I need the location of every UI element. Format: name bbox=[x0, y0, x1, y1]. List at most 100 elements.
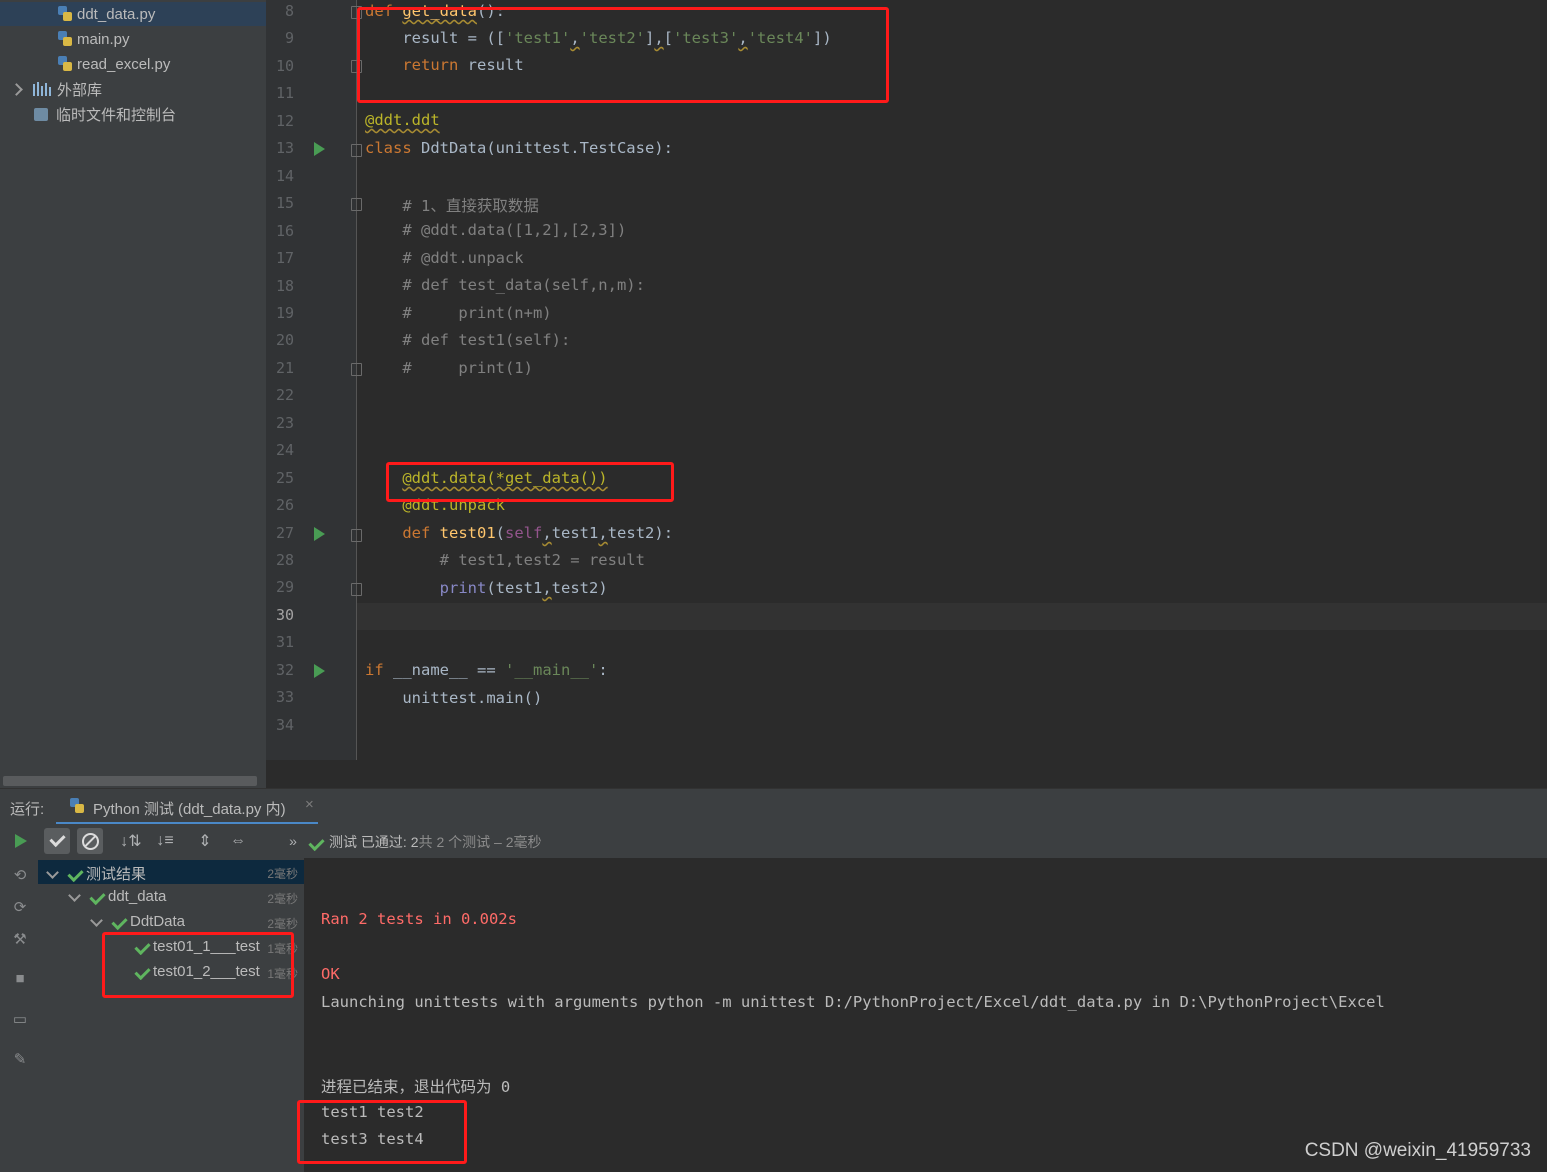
line-number: 14 bbox=[275, 166, 294, 185]
code-line-32: if __name__ == '__main__': bbox=[365, 661, 608, 679]
test-time: 2毫秒 bbox=[267, 867, 298, 881]
test-status: 测试 已通过: 2 共 2 个测试 – 2毫秒 bbox=[308, 832, 542, 852]
line-number: 17 bbox=[275, 249, 294, 268]
code-line-16: # @ddt.data([1,2],[2,3]) bbox=[402, 221, 627, 239]
highlight-box-ddt-data bbox=[386, 462, 674, 502]
scratches-node[interactable]: 临时文件和控制台 bbox=[0, 102, 176, 126]
code-line-33: unittest.main() bbox=[365, 689, 543, 707]
line-number: 28 bbox=[275, 551, 294, 569]
test-node-root[interactable]: 测试结果 2毫秒 bbox=[38, 860, 304, 884]
file-main[interactable]: main.py bbox=[0, 27, 130, 51]
chevron-down-icon[interactable] bbox=[46, 865, 59, 879]
console-exit-line: 进程已结束，退出代码为 0 bbox=[321, 1078, 511, 1096]
more-actions-icon[interactable]: » bbox=[280, 828, 306, 854]
line-number: 20 bbox=[275, 331, 294, 350]
status-prefix: 测试 已通过: bbox=[329, 834, 407, 850]
test-node-label: ddt_data bbox=[108, 888, 167, 905]
code-editor[interactable] bbox=[357, 0, 1547, 760]
run-side-toolbar: ⟲ ⟳ ⚒ ■ ▭ ✎ bbox=[0, 858, 38, 1172]
stop-icon[interactable]: ■ bbox=[10, 970, 30, 990]
python-file-icon bbox=[58, 31, 72, 47]
python-file-icon bbox=[58, 6, 72, 22]
layout-icon[interactable]: ▭ bbox=[10, 1010, 30, 1030]
expand-all-icon[interactable]: ⇕ bbox=[192, 828, 218, 854]
run-tab[interactable]: Python 测试 (ddt_data.py 内) × bbox=[56, 789, 318, 825]
line-number: 10 bbox=[275, 56, 294, 75]
fold-icon[interactable] bbox=[351, 529, 362, 542]
code-line-20: # def test1(self): bbox=[402, 331, 571, 349]
fold-icon[interactable] bbox=[351, 363, 362, 376]
rerun-icon[interactable] bbox=[8, 828, 34, 854]
current-line-highlight bbox=[357, 603, 1547, 630]
test-time: 2毫秒 bbox=[267, 892, 298, 906]
console-ok-line: OK bbox=[321, 965, 340, 983]
external-libraries-node[interactable]: 外部库 bbox=[0, 77, 102, 101]
show-ignored-icon[interactable] bbox=[77, 828, 103, 854]
line-number: 31 bbox=[275, 633, 294, 652]
console-ran-line: Ran 2 tests in 0.002s bbox=[321, 910, 517, 928]
code-line-21: # print(1) bbox=[402, 359, 533, 377]
code-line-19: # print(n+m) bbox=[402, 304, 552, 322]
fold-icon[interactable] bbox=[351, 144, 362, 157]
file-label: main.py bbox=[77, 30, 130, 48]
library-icon bbox=[33, 82, 51, 96]
passed-check-icon bbox=[308, 834, 325, 851]
file-label: read_excel.py bbox=[77, 55, 171, 73]
line-number: 13 bbox=[275, 139, 294, 158]
fold-icon[interactable] bbox=[351, 198, 362, 211]
more-label: » bbox=[289, 833, 297, 849]
wrench-icon[interactable]: ⚒ bbox=[10, 930, 30, 950]
code-line-29: print(test1,test2) bbox=[439, 579, 608, 597]
file-label: ddt_data.py bbox=[77, 5, 156, 23]
passed-check-icon bbox=[111, 913, 128, 931]
test-node-label: 测试结果 bbox=[86, 866, 147, 883]
file-read-excel[interactable]: read_excel.py bbox=[0, 52, 170, 76]
code-line-27: def test01(self,test1,test2): bbox=[402, 524, 674, 542]
line-number: 22 bbox=[275, 386, 294, 405]
line-number: 26 bbox=[275, 496, 294, 515]
run-test-icon[interactable] bbox=[314, 527, 325, 541]
rerun-failed-icon[interactable]: ⟳ bbox=[10, 898, 30, 918]
external-libraries-label: 外部库 bbox=[57, 81, 103, 99]
highlight-box-tests bbox=[102, 932, 294, 998]
fold-icon[interactable] bbox=[351, 583, 362, 596]
show-passed-icon[interactable] bbox=[44, 828, 70, 854]
python-file-icon bbox=[58, 56, 72, 72]
status-suffix: 共 2 个测试 – 2毫秒 bbox=[418, 834, 542, 850]
code-line-13: class DdtData(unittest.TestCase): bbox=[365, 139, 673, 157]
line-number: 25 bbox=[275, 468, 294, 487]
pin-icon[interactable]: ✎ bbox=[10, 1050, 30, 1070]
test-node-module[interactable]: ddt_data 2毫秒 bbox=[38, 885, 304, 909]
line-number: 30 bbox=[275, 605, 294, 624]
sort-alphabetically-icon[interactable]: ↓⇅ bbox=[118, 828, 144, 854]
line-number: 23 bbox=[275, 413, 294, 432]
test-node-class[interactable]: DdtData 2毫秒 bbox=[38, 910, 304, 934]
status-count: 2 bbox=[410, 834, 419, 850]
scratch-console-icon bbox=[34, 107, 48, 121]
line-number: 9 bbox=[284, 29, 294, 48]
gutter-divider bbox=[356, 0, 357, 760]
console-launching-line: Launching unittests with arguments pytho… bbox=[321, 993, 1385, 1011]
run-tool-window-header: 运行: Python 测试 (ddt_data.py 内) × bbox=[0, 788, 1547, 825]
passed-check-icon bbox=[67, 865, 84, 883]
sort-by-duration-icon[interactable]: ↓≡ bbox=[152, 828, 178, 854]
line-number: 27 bbox=[275, 523, 294, 542]
line-number: 21 bbox=[275, 358, 294, 377]
console-output[interactable] bbox=[305, 858, 1547, 1172]
horizontal-scrollbar[interactable] bbox=[3, 776, 257, 786]
file-ddt-data[interactable]: ddt_data.py bbox=[0, 2, 266, 26]
chevron-right-icon[interactable] bbox=[10, 82, 23, 96]
run-main-icon[interactable] bbox=[314, 664, 325, 678]
chevron-down-icon[interactable] bbox=[68, 888, 81, 902]
code-line-28: # test1,test2 = result bbox=[439, 551, 645, 569]
run-class-icon[interactable] bbox=[314, 142, 325, 156]
line-number: 11 bbox=[275, 84, 294, 103]
restore-layout-icon[interactable]: ⟲ bbox=[10, 866, 30, 886]
code-line-18: # def test_data(self,n,m): bbox=[402, 276, 645, 294]
line-number: 18 bbox=[275, 276, 294, 295]
collapse-all-icon[interactable]: ⇔ bbox=[225, 828, 251, 854]
code-line-17: # @ddt.unpack bbox=[402, 249, 524, 267]
code-line-15: # 1、直接获取数据 bbox=[402, 197, 539, 215]
close-tab-icon[interactable]: × bbox=[305, 796, 314, 813]
chevron-down-icon[interactable] bbox=[90, 913, 103, 927]
